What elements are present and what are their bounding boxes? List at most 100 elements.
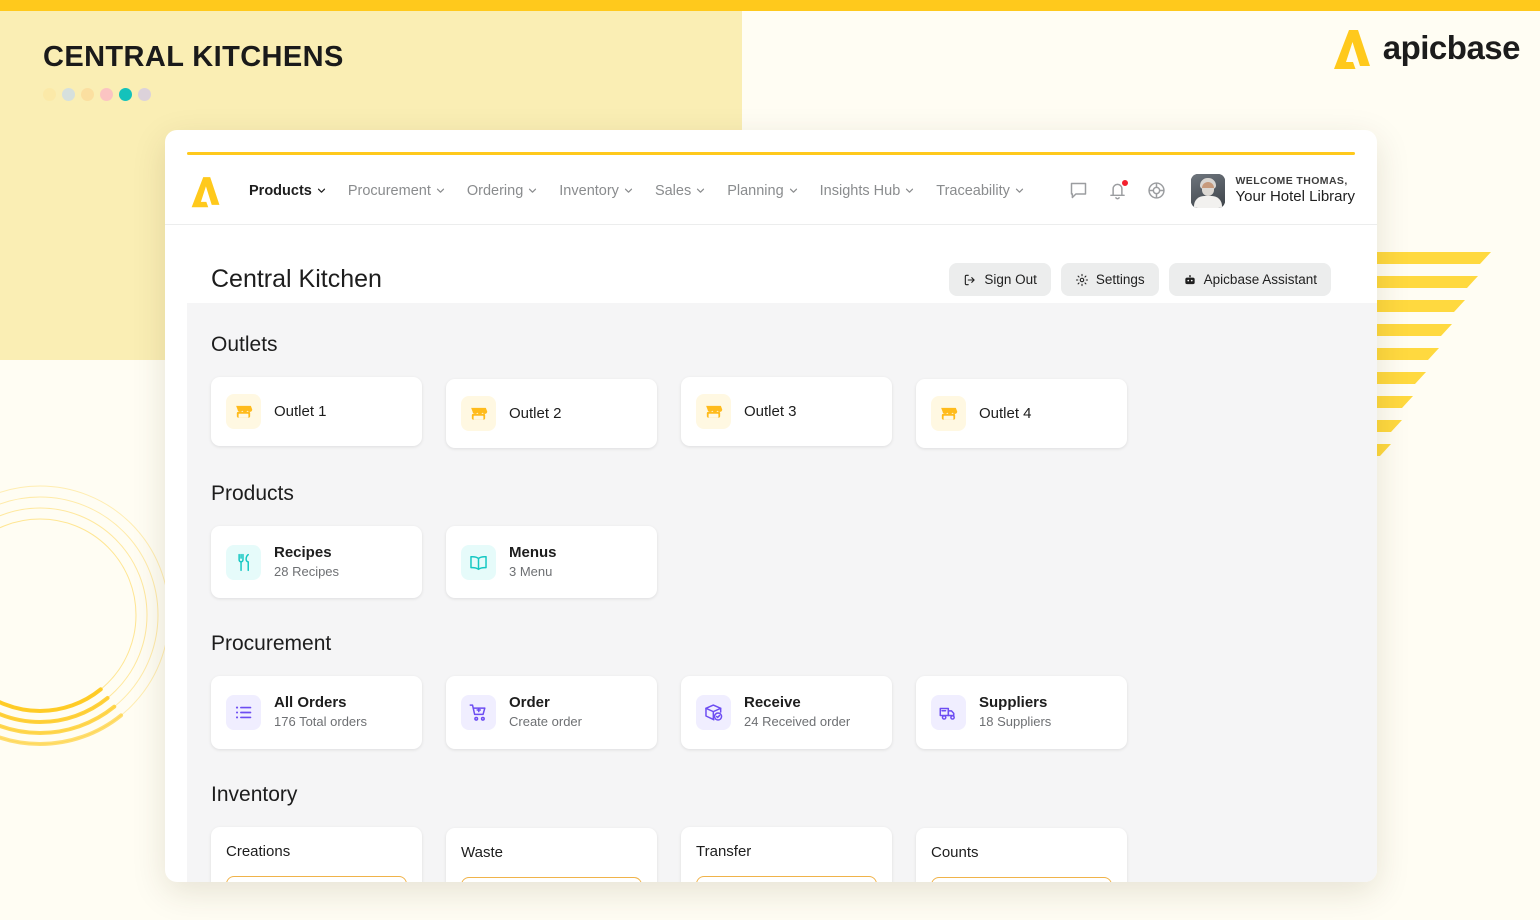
receive-card[interactable]: Receive 24 Received order (681, 676, 892, 749)
card-title: Order (509, 694, 550, 712)
all-orders-card[interactable]: All Orders 176 Total orders (211, 676, 422, 749)
apicbase-assistant-button[interactable]: Apicbase Assistant (1168, 263, 1331, 296)
hero-dot-6 (138, 88, 151, 101)
card-subtitle: 3 Menu (509, 563, 553, 579)
page-actions: Sign Out Settings Apicbase Assistant (949, 263, 1331, 296)
apicbase-a-logo-icon[interactable] (187, 174, 221, 208)
inventory-card-button[interactable] (226, 875, 407, 882)
top-accent-bar (0, 0, 1540, 11)
settings-button[interactable]: Settings (1060, 263, 1159, 296)
nav-item-label: Insights Hub (819, 182, 901, 199)
sign-out-button[interactable]: Sign Out (949, 263, 1051, 296)
card-title: All Orders (274, 694, 347, 712)
inventory-card-button[interactable] (461, 876, 642, 882)
delivery-truck-icon (931, 695, 966, 731)
nav-right-actions: WELCOME THOMAS, Your Hotel Library (1068, 173, 1355, 208)
nav-items: Products Procurement Ordering Inventory Sale… (249, 183, 1024, 199)
section-procurement: Procurement All Orders 176 Total orders Or… (187, 632, 1377, 749)
outlet-card[interactable]: Outlet 2 (446, 379, 657, 448)
inventory-card[interactable]: Waste (446, 827, 657, 882)
inventory-card[interactable]: Transfer (681, 826, 892, 882)
nav-item-label: Planning (727, 182, 784, 199)
hero-dot-5 (119, 88, 132, 101)
inventory-card-button[interactable] (931, 876, 1112, 882)
hero-dot-2 (62, 88, 75, 101)
stripe-1 (1376, 252, 1491, 264)
nav-item-sales[interactable]: Sales (655, 183, 705, 199)
chat-bubble-icon[interactable] (1068, 180, 1089, 201)
chevron-down-icon (906, 188, 914, 193)
sign-out-icon (963, 273, 977, 287)
section-title-procurement: Procurement (211, 632, 332, 656)
menus-card[interactable]: Menus 3 Menu (446, 526, 657, 599)
section-title-products: Products (211, 482, 294, 505)
section-products: Products Recipes 28 Recipes Menus 3 Menu (187, 482, 1377, 599)
brand-wordmark: apicbase (1382, 29, 1521, 66)
avatar (1191, 173, 1226, 208)
outlet-label: Outlet 3 (744, 403, 797, 420)
nav-item-products[interactable]: Products (249, 183, 326, 199)
box-check-icon (696, 695, 731, 731)
outlet-label: Outlet 2 (509, 405, 562, 422)
inventory-card[interactable]: Creations (211, 826, 422, 882)
brand-logo: apicbase (1328, 26, 1521, 70)
chevron-down-icon (436, 188, 444, 193)
inventory-card-title: Creations (226, 842, 291, 860)
storefront-icon (461, 396, 496, 431)
nav-item-label: Traceability (936, 182, 1010, 199)
outlet-card[interactable]: Outlet 4 (916, 379, 1127, 448)
outlet-card[interactable]: Outlet 3 (681, 377, 892, 446)
decorative-arcs (0, 484, 171, 746)
nav-item-traceability[interactable]: Traceability (936, 183, 1024, 199)
outlet-card[interactable]: Outlet 1 (211, 377, 422, 446)
chevron-down-icon (697, 188, 705, 193)
user-profile[interactable]: WELCOME THOMAS, Your Hotel Library (1191, 173, 1355, 208)
page-title: Central Kitchen (211, 265, 382, 293)
nav-item-inventory[interactable]: Inventory (559, 183, 633, 199)
gear-icon (1075, 273, 1089, 287)
nav-item-ordering[interactable]: Ordering (467, 183, 537, 199)
nav-item-label: Sales (654, 182, 692, 199)
chevron-down-icon (624, 188, 633, 193)
recipes-card[interactable]: Recipes 28 Recipes (211, 526, 422, 599)
apicbase-a-logo-icon (1333, 30, 1370, 69)
user-library: Your Hotel Library (1235, 187, 1355, 205)
storefront-icon (696, 394, 731, 429)
stripe-9 (1376, 444, 1391, 456)
hero-dot-1 (43, 88, 56, 101)
outlet-label: Outlet 1 (274, 403, 327, 420)
content-area: Outlets Outlet 1 Outlet 2 Outlet 3 Outlet 4… (187, 303, 1377, 882)
chevron-down-icon (789, 188, 797, 193)
nav-item-planning[interactable]: Planning (727, 183, 797, 199)
inventory-cards: Creations Waste Transfer Counts (187, 826, 1377, 882)
stripe-3 (1376, 300, 1465, 312)
help-lifebuoy-icon[interactable] (1146, 180, 1167, 201)
inventory-card-button[interactable] (696, 875, 877, 882)
cart-plus-icon (461, 695, 496, 731)
card-subtitle: 18 Suppliers (979, 713, 1052, 729)
window-accent-line (187, 152, 1355, 155)
stripe-6 (1376, 372, 1426, 384)
section-inventory: Inventory Creations Waste Transfer Counts (187, 783, 1377, 882)
hero-title: CENTRAL KITCHENS (43, 41, 344, 73)
section-outlets: Outlets Outlet 1 Outlet 2 Outlet 3 Outlet 4 (187, 333, 1377, 448)
nav-item-label: Procurement (347, 182, 431, 199)
card-subtitle: 176 Total orders (274, 713, 367, 729)
inventory-card[interactable]: Counts (916, 827, 1127, 882)
open-book-icon (461, 544, 496, 580)
suppliers-card[interactable]: Suppliers 18 Suppliers (916, 676, 1127, 749)
action-label: Sign Out (984, 272, 1037, 287)
stripe-4 (1376, 324, 1452, 336)
nav-item-insights-hub[interactable]: Insights Hub (820, 183, 915, 199)
user-greeting: WELCOME THOMAS, (1235, 174, 1348, 187)
chevron-down-icon (529, 188, 537, 193)
stripe-2 (1376, 276, 1478, 288)
chevron-down-icon (1015, 188, 1023, 193)
inventory-card-title: Transfer (696, 842, 752, 860)
card-subtitle: 28 Recipes (274, 563, 340, 579)
bell-icon[interactable] (1107, 179, 1130, 201)
nav-item-procurement[interactable]: Procurement (348, 183, 445, 199)
order-card[interactable]: Order Create order (446, 676, 657, 749)
stripe-8 (1376, 420, 1402, 432)
section-title-inventory: Inventory (211, 782, 298, 806)
